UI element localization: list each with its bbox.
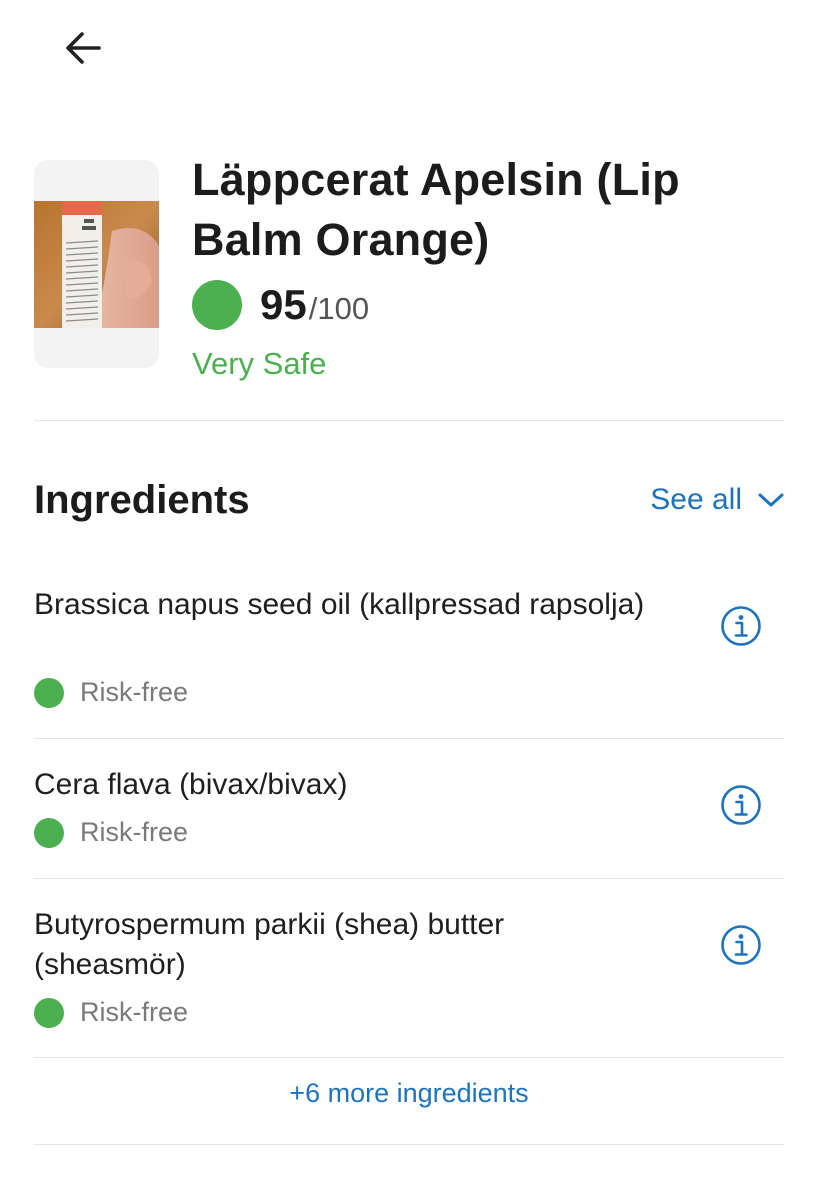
info-icon[interactable] bbox=[720, 784, 762, 826]
see-all-label: See all bbox=[650, 483, 742, 516]
risk-label: Risk-free bbox=[80, 817, 189, 847]
ingredient-item[interactable]: Cera flava (bivax/bivax) Risk-free bbox=[34, 765, 784, 865]
ingredient-name: Brassica napus seed oil (kallpressad rap… bbox=[34, 588, 645, 621]
risk-status: Risk-free bbox=[34, 677, 188, 708]
score-indicator-dot bbox=[192, 280, 242, 330]
product-image[interactable] bbox=[34, 160, 159, 368]
risk-dot bbox=[34, 997, 64, 1028]
ingredient-item[interactable]: Butyrospermum parkii (shea) butter (shea… bbox=[34, 905, 784, 1045]
divider bbox=[34, 1144, 784, 1145]
risk-label: Risk-free bbox=[80, 997, 189, 1027]
product-title: Läppcerat Apelsin (Lip Balm Orange) bbox=[192, 154, 680, 265]
score-value: 95/100 bbox=[260, 281, 370, 328]
risk-dot bbox=[34, 817, 64, 848]
risk-dot bbox=[34, 677, 64, 708]
ingredient-name: Butyrospermum parkii (shea) butter (shea… bbox=[34, 908, 505, 981]
divider bbox=[34, 420, 784, 421]
more-ingredients-link[interactable]: +6 more ingredients bbox=[34, 1078, 784, 1109]
risk-status: Risk-free bbox=[34, 817, 188, 848]
rating-label: Very Safe bbox=[192, 346, 327, 381]
risk-status: Risk-free bbox=[34, 997, 188, 1028]
ingredient-item[interactable]: Brassica napus seed oil (kallpressad rap… bbox=[34, 585, 784, 725]
risk-label: Risk-free bbox=[80, 677, 189, 707]
safety-score: 95/100 bbox=[192, 278, 369, 332]
chevron-down-icon bbox=[758, 493, 784, 507]
divider bbox=[34, 1057, 784, 1058]
product-photo bbox=[34, 201, 159, 328]
back-button[interactable] bbox=[58, 26, 108, 70]
divider bbox=[34, 878, 784, 879]
score-max: /100 bbox=[308, 291, 370, 326]
divider bbox=[34, 738, 784, 739]
section-title: Ingredients bbox=[34, 477, 250, 522]
product-header: Läppcerat Apelsin (Lip Balm Orange) 95/1… bbox=[34, 150, 784, 400]
see-all-button[interactable]: See all bbox=[650, 483, 784, 517]
ingredients-header: Ingredients See all bbox=[34, 470, 784, 530]
ingredient-name: Cera flava (bivax/bivax) bbox=[34, 768, 348, 801]
info-icon[interactable] bbox=[720, 924, 762, 966]
info-icon[interactable] bbox=[720, 605, 762, 647]
arrow-left-icon bbox=[66, 32, 101, 64]
